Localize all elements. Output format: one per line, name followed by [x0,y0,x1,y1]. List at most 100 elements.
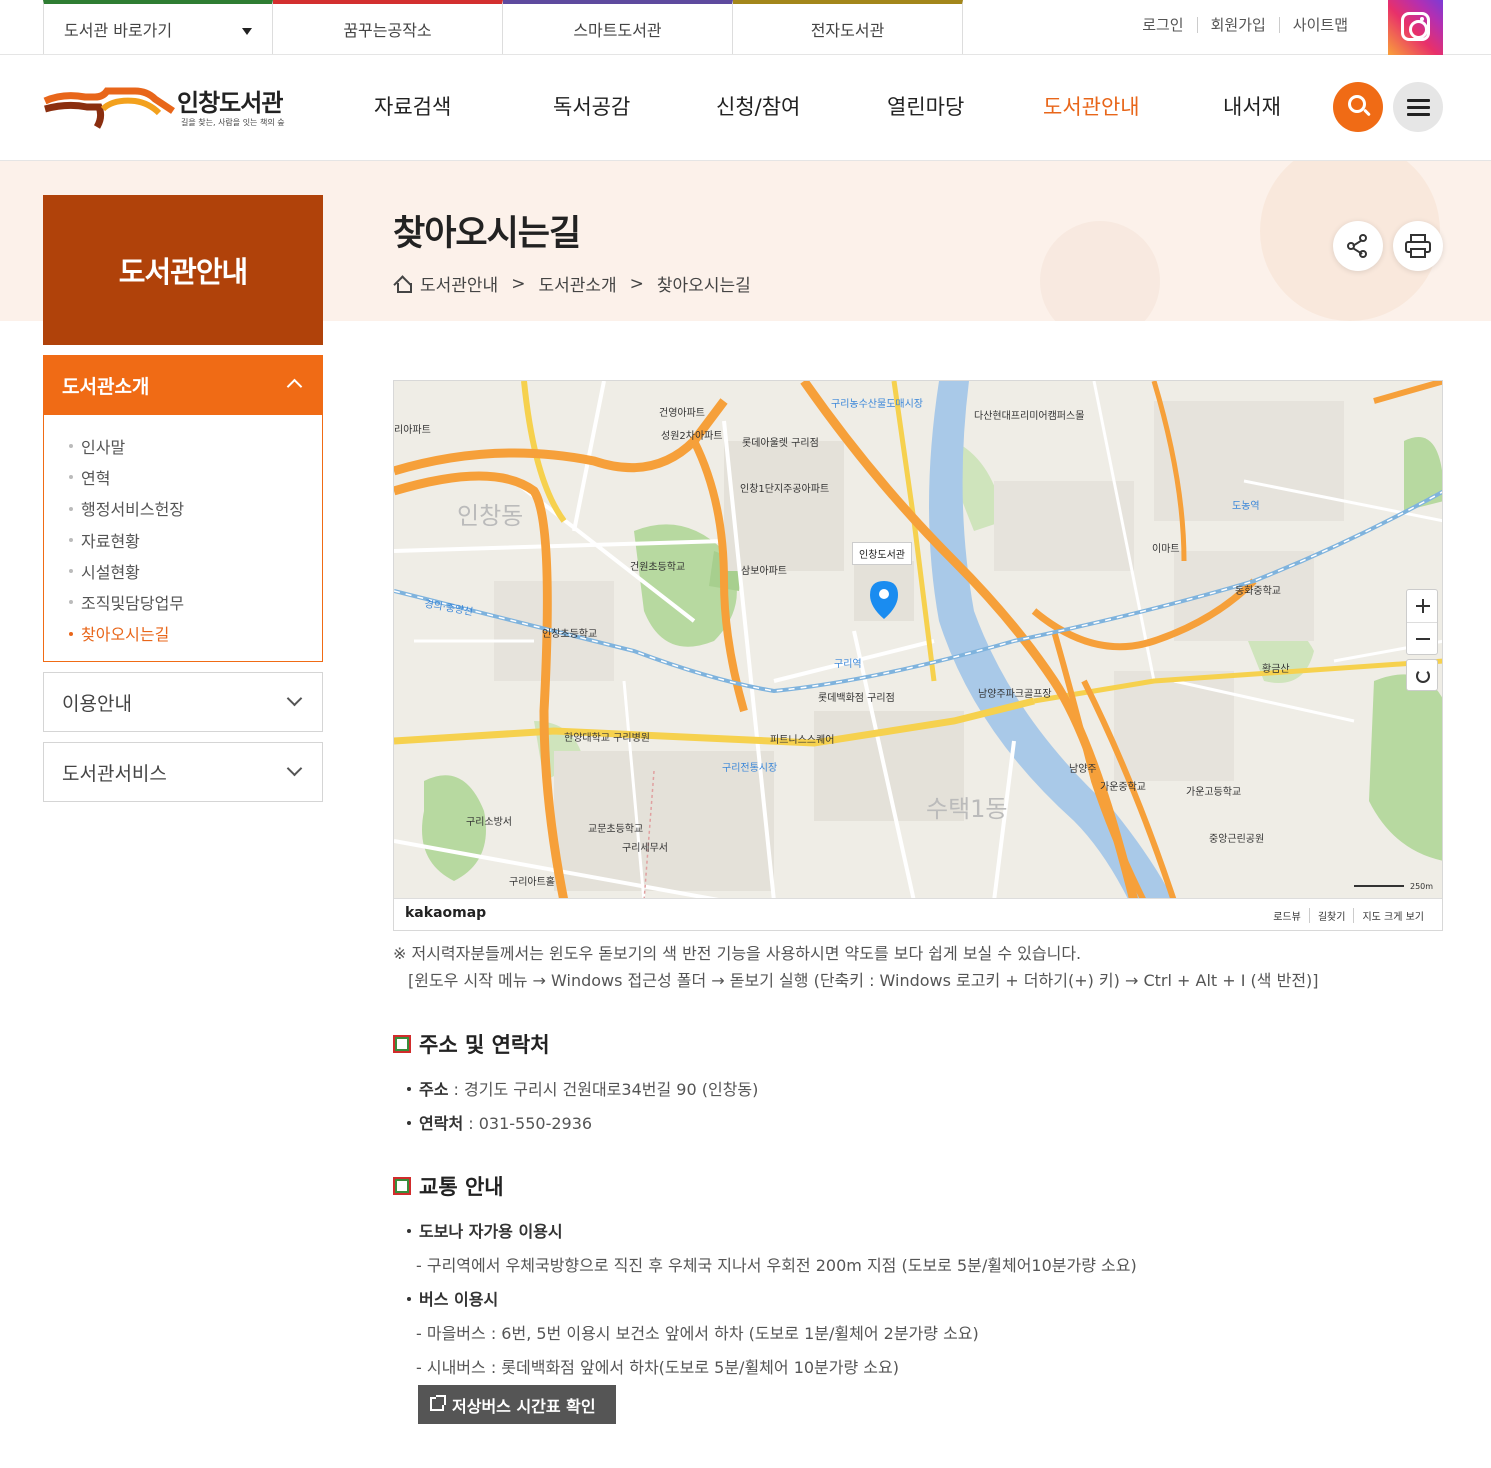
map-label: 수택1동 [926,795,1008,823]
sidebar-title: 도서관안내 [43,195,323,345]
hamburger-icon [1407,99,1430,102]
gnb-search[interactable]: 자료검색 [374,91,451,121]
sidebar-item-directions[interactable]: 찾아오시는길 [44,618,322,649]
gnb-apply[interactable]: 신청/참여 [716,91,800,121]
city-bus-description: - 시내버스 : 롯데백화점 앞에서 하차(도보로 5분/휠체어 10분가량 소… [416,1358,899,1377]
address-value: : 경기도 구리시 건원대로34번길 90 (인창동) [448,1080,759,1099]
top-link-e-library[interactable]: 전자도서관 [733,0,963,54]
hamburger-icon-line [1407,106,1430,109]
map-pin-label[interactable]: 인창도서관 [852,542,912,565]
notice-line: ※ 저시력자분들께서는 윈도우 돋보기의 색 반전 기능을 사용하시면 약도를 … [393,944,1082,963]
share-button[interactable] [1333,221,1383,271]
library-logo-title: 인창도서관 [177,89,283,117]
map-label: 롯데백화점 구리점 [818,693,895,704]
sidebar-menu-label: 도서관소개 [62,376,150,398]
breadcrumb-item[interactable]: 도서관소개 [538,271,616,296]
breadcrumb-separator: > [511,273,526,294]
sidebar-menu-usage[interactable]: 이용안내 [43,672,323,732]
section-bullet-icon [393,1035,411,1053]
large-map-link[interactable]: 지도 크게 보기 [1353,908,1432,923]
map-label: 구리아트홀 [509,877,555,888]
sidebar-submenu-list: 인사말 연혁 행정서비스헌장 자료현황 시설현황 조직및담당업무 찾아오시는길 [44,415,322,649]
gnb-reading[interactable]: 독서공감 [553,91,630,121]
map-label: 가운고등학교 [1186,787,1242,798]
sidebar-item-history[interactable]: 연혁 [44,461,322,492]
library-logo[interactable]: 인창도서관 길을 찾는, 사람을 잇는 책의 숲 [43,83,293,133]
phone-label: 연락처 [419,1114,464,1133]
map-canvas[interactable] [394,381,1443,901]
top-link-smart-library[interactable]: 스마트도서관 [503,0,733,54]
map-label: 삼보아파트 [741,566,787,577]
map-label: 인창초등학교 [542,629,598,640]
top-link-dream-workshop[interactable]: 꿈꾸는공작소 [273,0,503,54]
gnb-my-library[interactable]: 내서재 [1223,91,1281,121]
sidebar-item-greeting[interactable]: 인사말 [44,430,322,461]
sidebar-menu-toggle[interactable]: 도서관소개 [44,356,322,415]
sidebar-item-facilities[interactable]: 시설현황 [44,555,322,586]
map-scale-label: 250m [1410,882,1434,891]
map-label: 구리세무서 [622,843,668,854]
low-floor-bus-timetable-button[interactable]: 저상버스 시간표 확인 [418,1385,616,1424]
sidebar-menu-library-intro: 도서관소개 인사말 연혁 행정서비스헌장 자료현황 시설현황 조직및담당업무 찾… [43,355,323,662]
map-reset-button[interactable] [1406,659,1438,691]
kakao-map[interactable]: 인창도서관 인창동 수택1동 구리역 롯데백화점 구리점 구리전통시장 한양대학… [393,380,1443,931]
map-label: 남양주파크골프장 [978,689,1052,700]
map-footer: kakaomap 로드뷰 길찾기 지도 크게 보기 [394,898,1442,930]
village-bus-description: - 마을버스 : 6번, 5번 이용시 보건소 앞에서 하차 (도보로 1분/휠… [416,1324,979,1343]
gnb-open-board[interactable]: 열린마당 [887,91,964,121]
map-label: 성원2차아파트 [661,431,723,442]
all-menu-button[interactable] [1393,82,1443,132]
map-label: 이마트 [1152,544,1180,555]
breadcrumb: 도서관안내 > 도서관소개 > 찾아오시는길 [393,271,751,296]
signup-link[interactable]: 회원가입 [1196,17,1279,33]
map-label: 황금산 [1262,664,1290,675]
print-button[interactable] [1393,221,1443,271]
breadcrumb-item[interactable]: 도서관안내 [420,271,498,296]
map-label: 구리소방서 [466,817,512,828]
sidebar-item-charter[interactable]: 행정서비스헌장 [44,493,322,524]
bullet-icon [407,1121,411,1125]
phone-value: : 031-550-2936 [463,1114,593,1133]
map-label: 한양대학교 구리병원 [564,733,650,744]
zoom-out-icon[interactable] [1416,638,1430,640]
directions-link[interactable]: 길찾기 [1308,908,1354,923]
notice-line: [윈도우 시작 메뉴 → Windows 접근성 폴더 → 돋보기 실행 (단축… [408,971,1319,990]
login-link[interactable]: 로그인 [1129,17,1196,33]
sitemap-link[interactable]: 사이트맵 [1278,17,1361,33]
chevron-down-icon [286,690,303,707]
home-icon[interactable] [393,275,412,293]
sidebar-item-collection[interactable]: 자료현황 [44,524,322,555]
user-links: 로그인 회원가입 사이트맵 [1129,17,1361,33]
library-quick-select-label: 도서관 바로가기 [64,21,173,40]
section-bullet-icon [393,1177,411,1195]
sidebar-menu-services[interactable]: 도서관서비스 [43,742,323,802]
phone-row: 연락처 : 031-550-2936 [405,1110,592,1134]
map-label: 다산현대프리미어캠퍼스몰 [974,411,1085,422]
instagram-button[interactable] [1388,0,1443,55]
library-quick-select[interactable]: 도서관 바로가기 [43,0,273,54]
kakaomap-logo[interactable]: kakaomap [405,905,486,921]
accessibility-notice: ※ 저시력자분들께서는 윈도우 돋보기의 색 반전 기능을 사용하시면 약도를 … [393,940,1319,994]
bus-heading: 버스 이용시 [405,1286,498,1310]
map-label: 인창동 [457,502,524,530]
map-footer-links: 로드뷰 길찾기 지도 크게 보기 [1265,908,1432,923]
map-zoom-control [1406,589,1438,655]
search-button[interactable] [1333,82,1383,132]
breadcrumb-separator: > [629,273,644,294]
roadview-link[interactable]: 로드뷰 [1265,908,1309,923]
library-logo-subtitle: 길을 찾는, 사람을 잇는 책의 숲 [181,118,285,127]
zoom-in-icon-vertical[interactable] [1422,599,1424,613]
zoom-divider [1407,622,1437,623]
page-title: 찾아오시는길 [393,214,581,254]
map-label: 남양주 [1069,764,1097,775]
hamburger-icon-line [1407,113,1430,116]
map-label: 건원초등학교 [630,562,686,573]
gnb-library-info[interactable]: 도서관안내 [1043,91,1140,121]
breadcrumb-item-current: 찾아오시는길 [656,276,751,296]
instagram-icon [1401,12,1430,41]
top-utility-bar: 도서관 바로가기 꿈꾸는공작소 스마트도서관 전자도서관 로그인 회원가입 사이… [0,0,1491,55]
sidebar-menu-label: 도서관서비스 [62,762,167,785]
external-link-icon [430,1395,446,1411]
bullet-icon [407,1229,411,1233]
sidebar-item-organization[interactable]: 조직및담당업무 [44,586,322,617]
